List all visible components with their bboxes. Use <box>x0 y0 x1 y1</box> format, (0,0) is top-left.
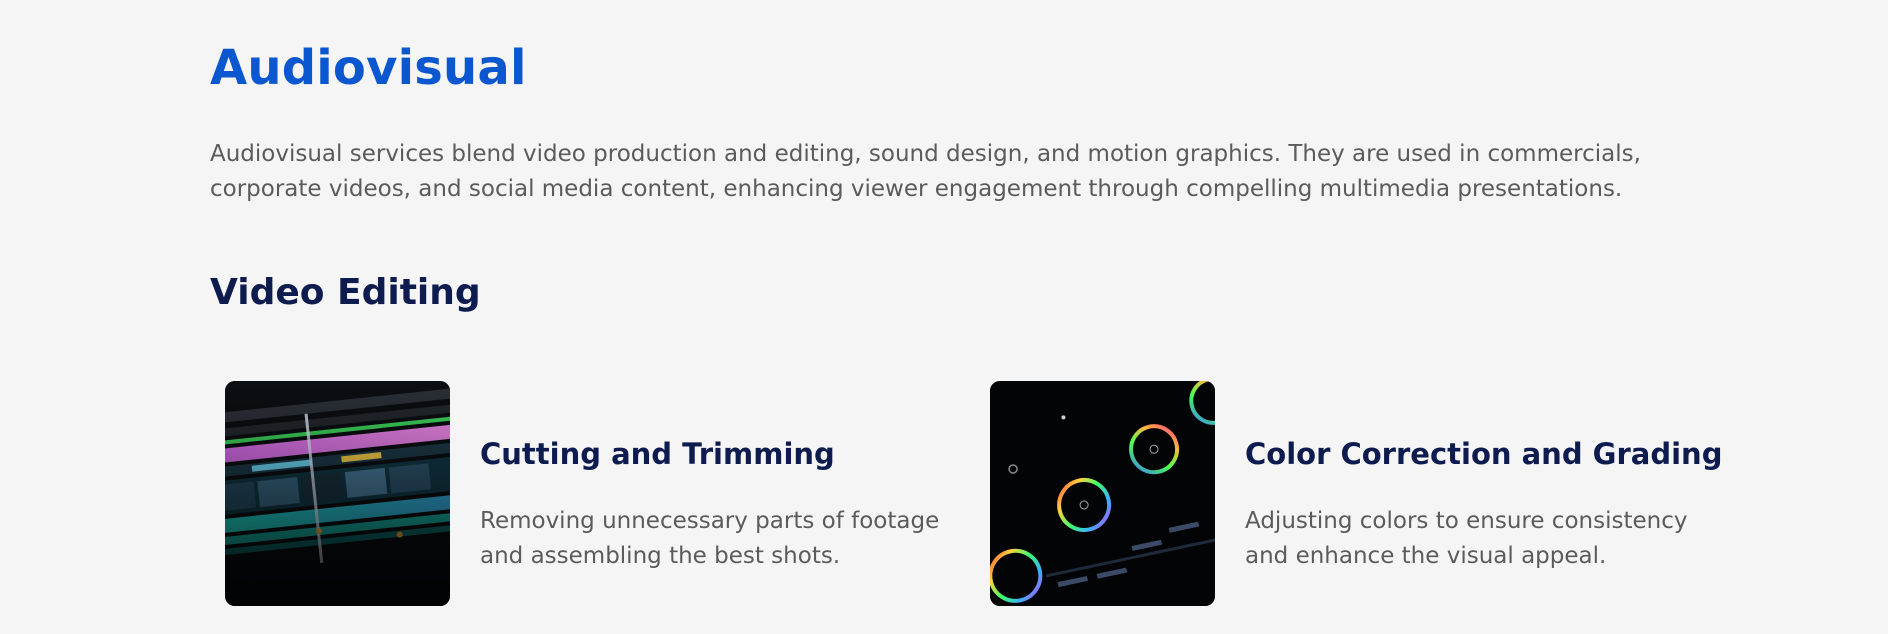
service-card-cutting: Cutting and Trimming Removing unnecessar… <box>225 381 945 607</box>
section-description: Audiovisual services blend video product… <box>210 141 1641 202</box>
card-title: Color Correction and Grading <box>1245 437 1723 471</box>
timeline-editor-image <box>225 381 450 606</box>
page-title: Audiovisual <box>210 40 527 96</box>
card-description: Removing unnecessary parts of footage an… <box>480 508 940 569</box>
subsection-title: Video Editing <box>210 272 481 313</box>
card-description: Adjusting colors to ensure consistency a… <box>1245 508 1688 569</box>
service-card-color-correction: Color Correction and Grading Adjusting c… <box>990 381 1722 607</box>
card-title: Cutting and Trimming <box>480 437 835 471</box>
color-wheels-image <box>990 381 1215 606</box>
